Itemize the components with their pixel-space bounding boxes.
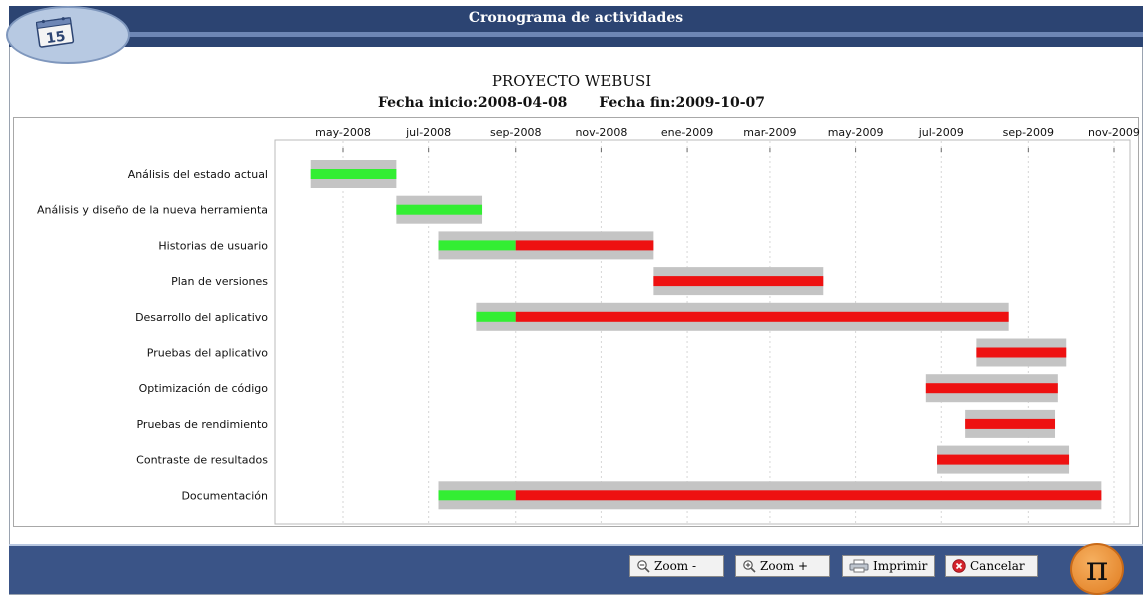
task-label: Optimización de código: [139, 382, 269, 395]
task-pending-bar: [937, 454, 1070, 465]
task-label: Historias de usuario: [158, 239, 268, 252]
zoom-out-icon: [637, 560, 650, 573]
task-label: Análisis y diseño de la nueva herramient…: [37, 204, 268, 217]
zoom-out-button[interactable]: Zoom -: [629, 555, 724, 577]
task-label: Documentación: [181, 489, 268, 502]
task-pending-bar: [515, 311, 1009, 322]
task-label: Análisis del estado actual: [128, 168, 268, 181]
task-done-bar: [396, 204, 483, 215]
task-pending-bar: [515, 240, 654, 251]
task-label: Plan de versiones: [171, 275, 268, 288]
printer-icon: [849, 559, 869, 573]
time-tick-label: mar-2009: [743, 126, 796, 139]
zoom-out-label: Zoom -: [654, 559, 697, 573]
time-tick-label: may-2008: [315, 126, 371, 139]
time-tick-label: jul-2008: [405, 126, 451, 139]
cancel-label: Cancelar: [970, 559, 1025, 573]
time-tick-label: ene-2009: [661, 126, 713, 139]
zoom-in-icon: [743, 560, 756, 573]
print-button[interactable]: Imprimir: [842, 555, 935, 577]
task-label: Pruebas de rendimiento: [136, 418, 268, 431]
time-tick-label: nov-2008: [575, 126, 627, 139]
task-pending-bar: [515, 490, 1102, 501]
task-label: Contraste de resultados: [136, 454, 268, 467]
time-tick-label: sep-2008: [490, 126, 541, 139]
zoom-in-label: Zoom +: [760, 559, 809, 573]
time-tick-label: may-2009: [828, 126, 884, 139]
gantt-chart: may-2008 jul-2008 sep-2008 nov-2008 ene-2009…: [37, 126, 1140, 525]
task-label: Desarrollo del aplicativo: [135, 311, 268, 324]
task-label: Pruebas del aplicativo: [147, 347, 268, 360]
task-done-bar: [476, 311, 516, 322]
task-pending-bar: [925, 383, 1058, 394]
cancel-icon: [952, 559, 966, 573]
task-pending-bar: [965, 418, 1056, 429]
task-pending-bar: [653, 276, 824, 287]
time-tick-label: nov-2009: [1088, 126, 1140, 139]
task-done-bar: [438, 240, 516, 251]
time-tick-label: sep-2009: [1003, 126, 1054, 139]
print-label: Imprimir: [873, 559, 928, 573]
task-done-bar: [438, 490, 516, 501]
task-done-bar: [310, 169, 397, 179]
zoom-in-button[interactable]: Zoom +: [735, 555, 830, 577]
task-pending-bar: [976, 347, 1067, 358]
time-tick-label: jul-2009: [918, 126, 964, 139]
cancel-button[interactable]: Cancelar: [945, 555, 1038, 577]
pi-logo: π: [1070, 543, 1124, 595]
